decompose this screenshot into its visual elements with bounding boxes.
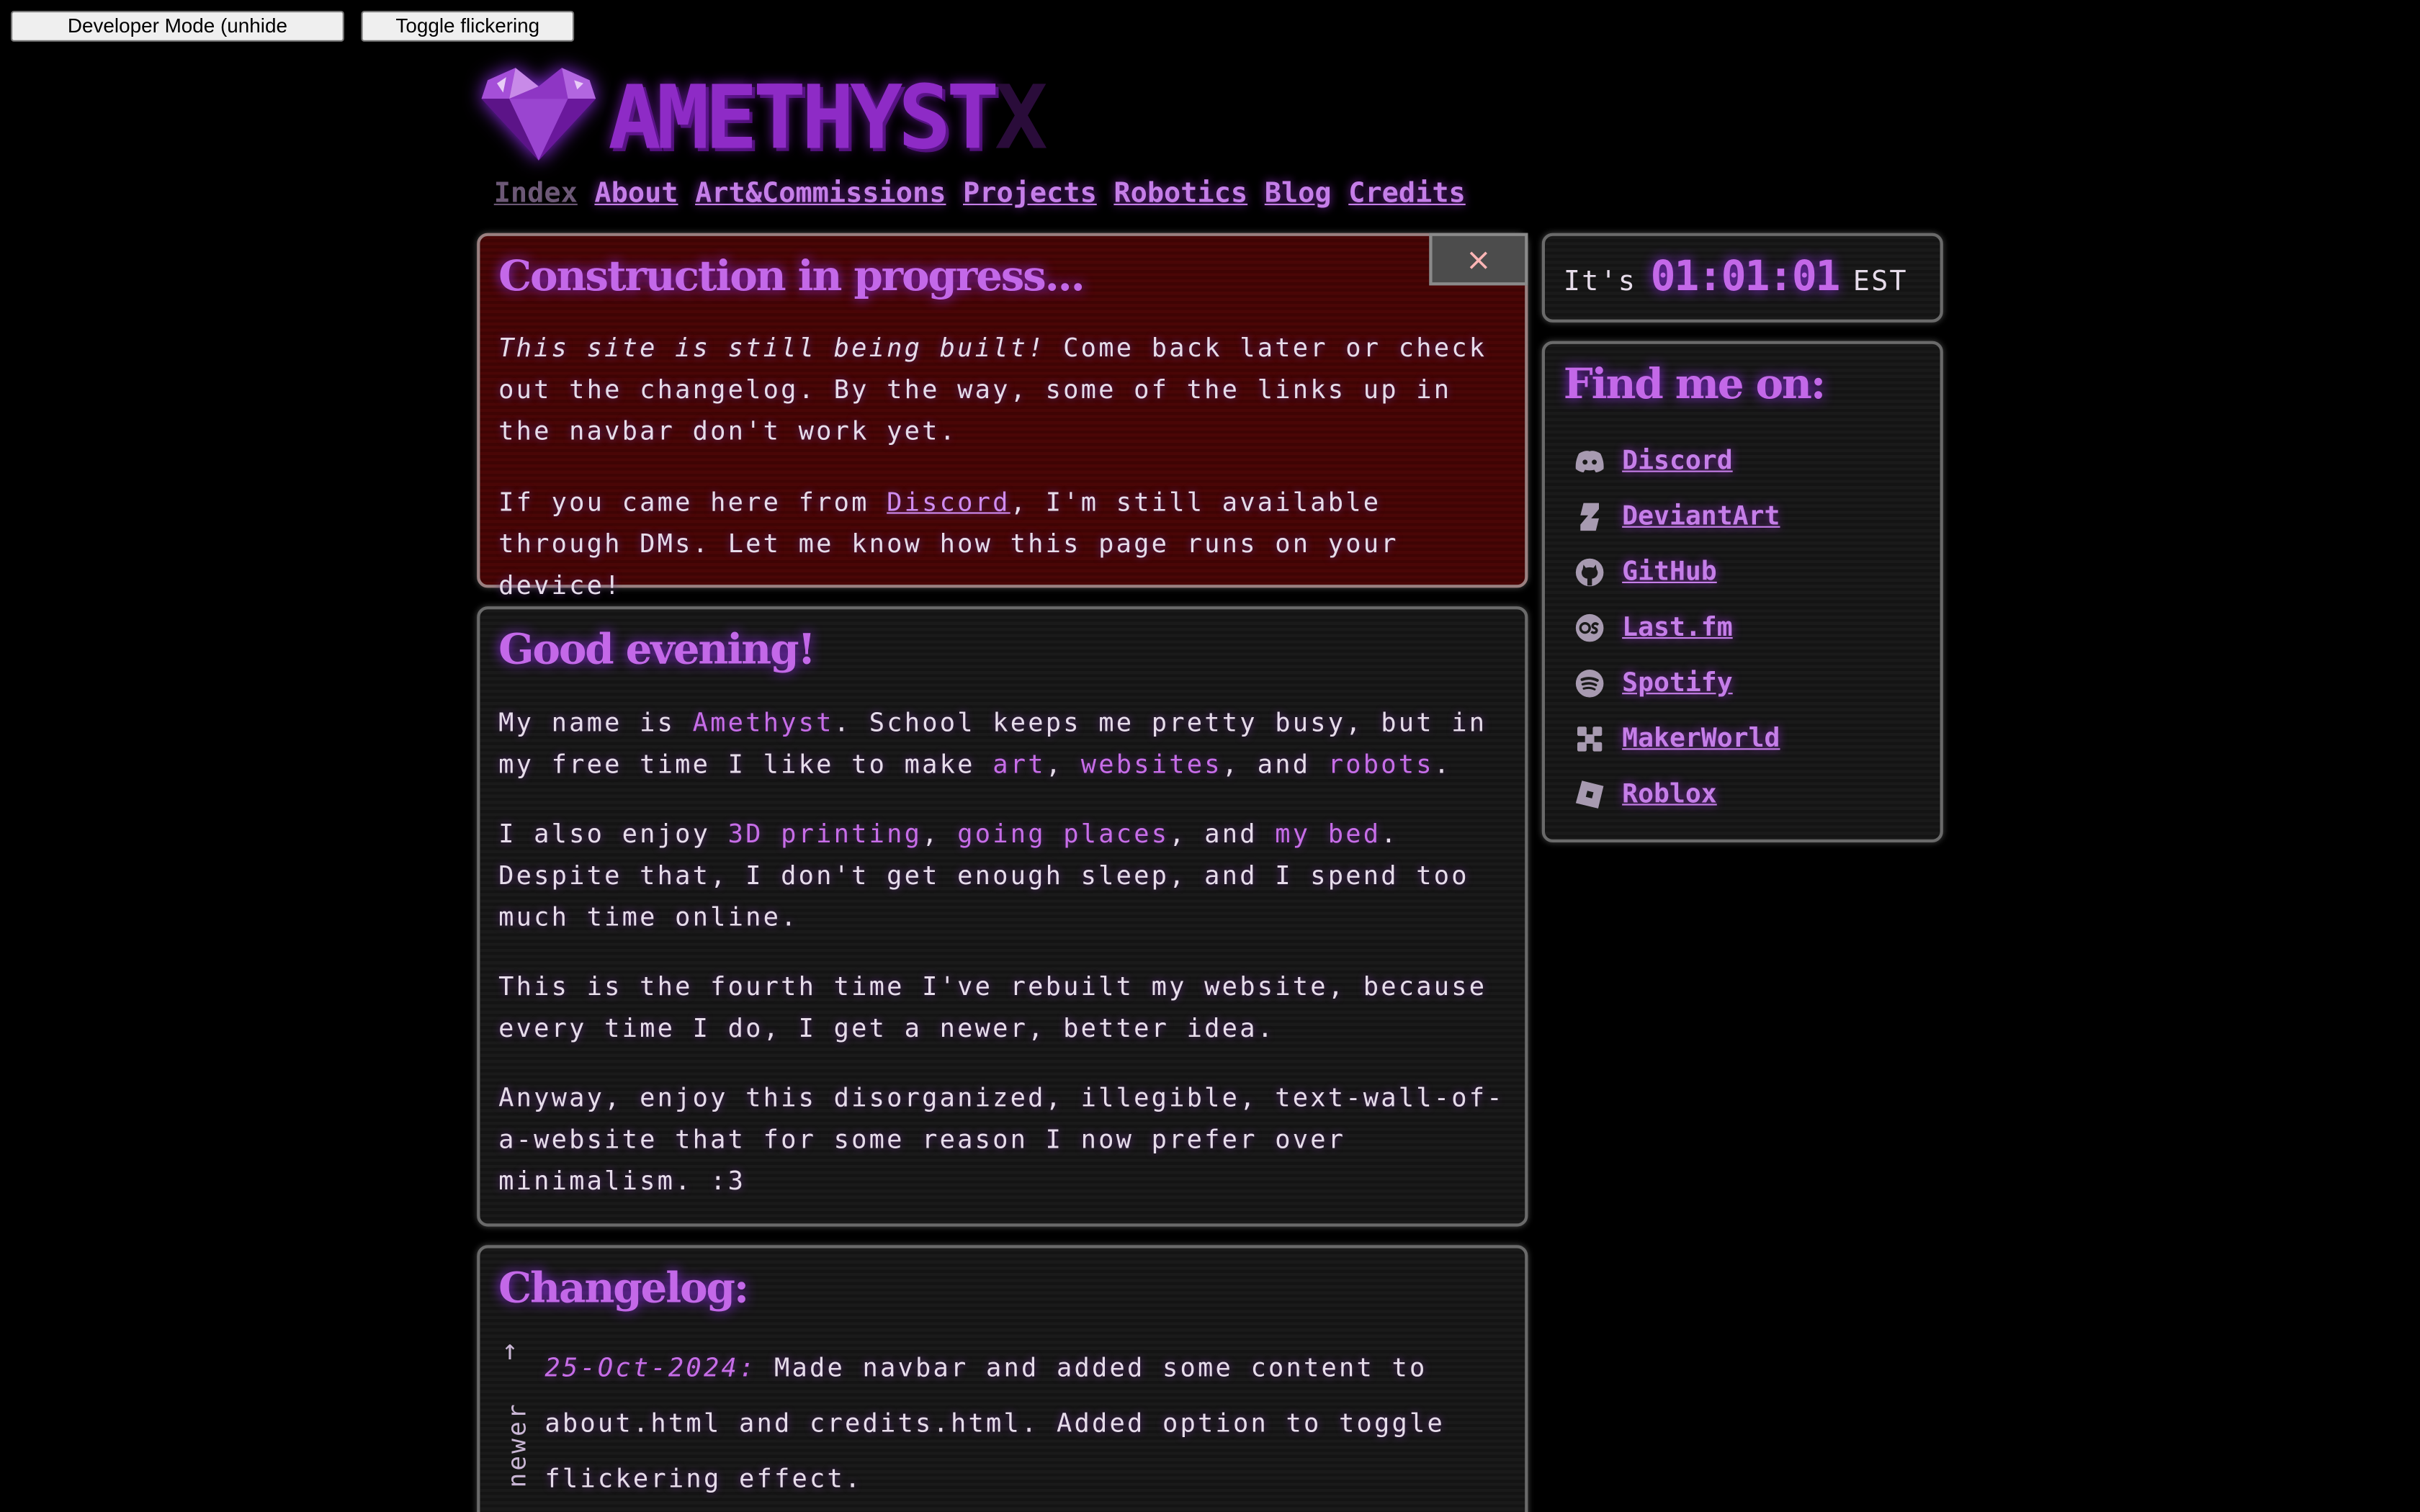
site-title: AMETHYSTX bbox=[608, 68, 1048, 170]
hobbies-text-a: I also enjoy bbox=[498, 819, 728, 849]
social-link-makerworld[interactable]: MakerWorld bbox=[1622, 724, 1780, 755]
printing-highlight: 3D printing bbox=[727, 819, 923, 849]
construction-discord-text: If you came here from Discord, I'm still… bbox=[498, 482, 1506, 607]
clock-prefix: It's bbox=[1563, 265, 1637, 298]
lastfm-icon bbox=[1573, 611, 1607, 645]
clock-timezone: EST bbox=[1852, 265, 1908, 298]
close-notice-button[interactable]: × bbox=[1429, 233, 1528, 286]
site-title-x: X bbox=[995, 68, 1048, 170]
discord-icon bbox=[1573, 444, 1607, 478]
social-link-lastfm[interactable]: Last.fm bbox=[1622, 613, 1733, 644]
changelog-title: Changelog: bbox=[498, 1265, 749, 1313]
changelog-body: ↑ newer 25-Oct-2024: Made navbar and add… bbox=[498, 1335, 1506, 1512]
site-logo[interactable]: AMETHYSTX bbox=[475, 65, 1247, 170]
navbar: Index About Art&Commissions Projects Robotic… bbox=[494, 177, 1483, 217]
hobbies-text-b: , bbox=[922, 819, 958, 849]
makerworld-icon bbox=[1573, 722, 1607, 756]
social-item-makerworld: MakerWorld bbox=[1564, 711, 1922, 767]
nav-about[interactable]: About bbox=[594, 177, 678, 210]
nav-projects[interactable]: Projects bbox=[963, 177, 1097, 210]
art-highlight: art bbox=[992, 750, 1046, 780]
spotify-icon bbox=[1573, 667, 1607, 701]
nav-index[interactable]: Index bbox=[494, 177, 578, 210]
social-item-roblox: Roblox bbox=[1564, 767, 1922, 822]
newer-indicator: ↑ newer bbox=[498, 1335, 532, 1511]
name-highlight: Amethyst bbox=[692, 708, 834, 738]
intro-text-a: My name is bbox=[498, 708, 693, 738]
websites-highlight: websites bbox=[1080, 750, 1222, 780]
social-item-lastfm: Last.fm bbox=[1564, 600, 1922, 656]
roblox-icon bbox=[1573, 778, 1607, 811]
greeting-closing: Anyway, enjoy this disorganized, illegib… bbox=[498, 1083, 1505, 1196]
social-link-spotify[interactable]: Spotify bbox=[1622, 668, 1733, 699]
intro-text-c: , bbox=[1045, 750, 1081, 780]
github-icon bbox=[1573, 555, 1607, 589]
amethyst-gem-icon bbox=[481, 68, 596, 161]
discord-text-before: If you came here from bbox=[498, 487, 887, 517]
social-list: Discord DeviantArt GitHub Last.fm Spotif… bbox=[1564, 433, 1922, 822]
up-arrow-icon: ↑ bbox=[501, 1334, 519, 1367]
deviantart-icon bbox=[1573, 500, 1607, 534]
social-panel: Find me on: Discord DeviantArt GitHub La… bbox=[1541, 341, 1943, 842]
clock-line: It's 01:01:01 EST bbox=[1564, 236, 1922, 324]
nav-robotics[interactable]: Robotics bbox=[1113, 177, 1247, 210]
social-link-roblox[interactable]: Roblox bbox=[1622, 779, 1717, 810]
social-item-discord: Discord bbox=[1564, 433, 1922, 489]
social-link-deviantart[interactable]: DeviantArt bbox=[1622, 501, 1780, 532]
greeting-panel: Good evening! My name is Amethyst. Schoo… bbox=[477, 606, 1528, 1227]
newer-label: newer bbox=[502, 1402, 532, 1488]
toggle-flicker-button[interactable]: Toggle flickering effect bbox=[361, 11, 575, 65]
site-title-main: AMETHYST bbox=[608, 68, 999, 170]
intro-text-d: , and bbox=[1222, 750, 1328, 780]
changelog-entry: 25-Oct-2024: Made navbar and added some … bbox=[544, 1341, 1494, 1507]
social-item-github: GitHub bbox=[1564, 544, 1922, 600]
developer-mode-button[interactable]: Developer Mode (unhide everything) bbox=[11, 11, 344, 65]
clock-panel: It's 01:01:01 EST bbox=[1541, 233, 1943, 324]
nav-credits[interactable]: Credits bbox=[1348, 177, 1466, 210]
nav-art-commissions[interactable]: Art&Commissions bbox=[695, 177, 946, 210]
changelog-date: 25-Oct-2024: bbox=[544, 1353, 757, 1382]
social-title: Find me on: bbox=[1563, 361, 1826, 409]
discord-link[interactable]: Discord bbox=[887, 487, 1010, 517]
page: Developer Mode (unhide everything) Toggl… bbox=[0, 0, 2420, 1512]
intro-text-e: . bbox=[1433, 750, 1452, 780]
robots-highlight: robots bbox=[1327, 750, 1434, 780]
social-item-spotify: Spotify bbox=[1564, 656, 1922, 711]
greeting-hobbies: I also enjoy 3D printing, going places, … bbox=[498, 813, 1506, 938]
places-highlight: going places bbox=[957, 819, 1170, 849]
construction-notice: × Construction in progress... This site … bbox=[477, 233, 1528, 600]
greeting-rebuild: This is the fourth time I've rebuilt my … bbox=[498, 972, 1487, 1043]
hobbies-text-c: , and bbox=[1169, 819, 1276, 849]
bed-highlight: my bed bbox=[1275, 819, 1381, 849]
changelog-panel: Changelog: ↑ newer 25-Oct-2024: Made nav… bbox=[477, 1245, 1528, 1512]
construction-text-emphasis: This site is still being built! bbox=[498, 333, 1046, 363]
greeting-title: Good evening! bbox=[498, 626, 816, 675]
social-link-github[interactable]: GitHub bbox=[1622, 557, 1717, 588]
construction-text: This site is still being built! Come bac… bbox=[498, 327, 1506, 452]
clock-time: 01:01:01 bbox=[1650, 253, 1841, 301]
construction-title: Construction in progress... bbox=[498, 253, 1085, 301]
nav-blog[interactable]: Blog bbox=[1265, 177, 1332, 210]
social-item-deviantart: DeviantArt bbox=[1564, 489, 1922, 544]
social-link-discord[interactable]: Discord bbox=[1622, 446, 1733, 477]
greeting-intro: My name is Amethyst. School keeps me pre… bbox=[498, 702, 1506, 786]
